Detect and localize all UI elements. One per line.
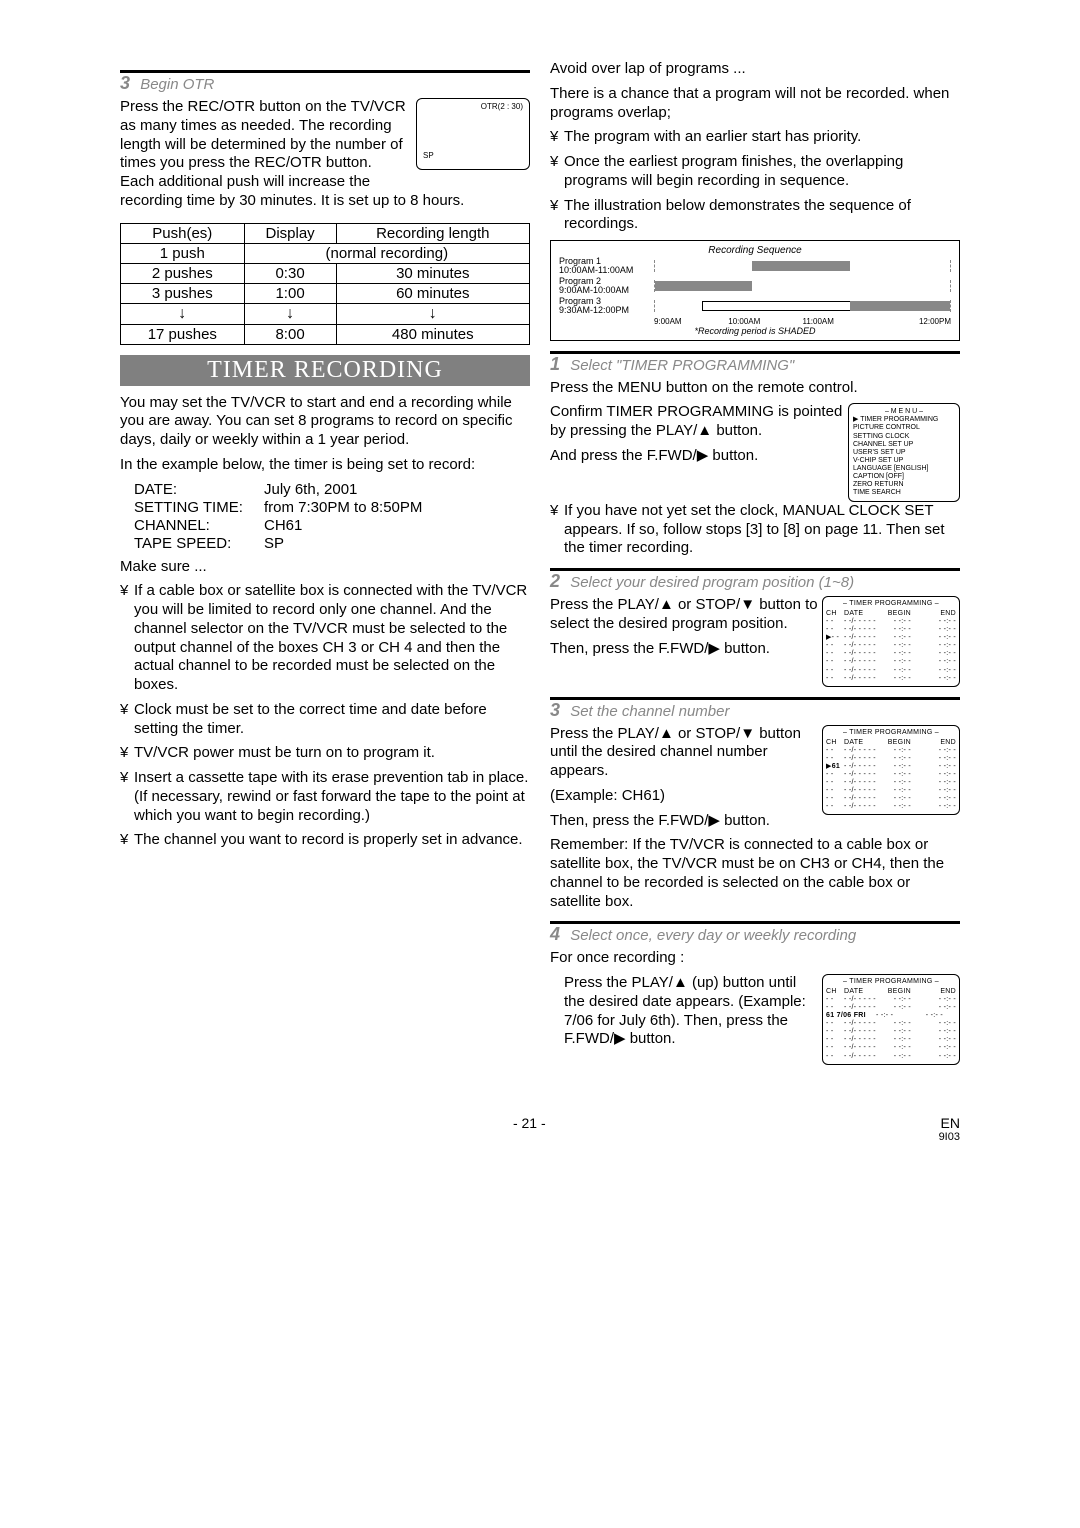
- right-column: Avoid over lap of programs ... There is …: [550, 60, 960, 1065]
- menu-item: ZERO RETURN: [853, 481, 955, 489]
- make-sure-label: Make sure ...: [120, 558, 530, 577]
- otr-table: Push(es) Display Recording length 1 push…: [120, 223, 530, 345]
- page-footer: - 21 - EN 9I03: [120, 1115, 960, 1143]
- example-lead: In the example below, the timer is being…: [120, 456, 530, 475]
- program-screen-2: – TIMER PROGRAMMING – CHDATEBEGINEND - -…: [822, 596, 960, 686]
- bullet: ¥TV/VCR power must be turn on to program…: [120, 744, 530, 763]
- menu-item: PICTURE CONTROL: [853, 424, 955, 432]
- step-3: 3 Set the channel number: [550, 697, 960, 721]
- down-arrow-icon: ↓: [286, 305, 294, 322]
- step-num: 3: [120, 73, 130, 93]
- menu-item: CAPTION [OFF]: [853, 473, 955, 481]
- page-number: - 21 -: [513, 1115, 546, 1143]
- left-column: 3 Begin OTR OTR(2 : 30) SP Press the REC…: [120, 60, 530, 1065]
- step-1: 1 Select "TIMER PROGRAMMING": [550, 351, 960, 375]
- menu-item: LANGUAGE [ENGLISH]: [853, 465, 955, 473]
- bullet: ¥Clock must be set to the correct time a…: [120, 701, 530, 739]
- down-arrow-icon: ↓: [429, 305, 437, 322]
- program-screen-3: – TIMER PROGRAMMING – CHDATEBEGINEND - -…: [822, 725, 960, 815]
- timer-intro: You may set the TV/VCR to start and end …: [120, 394, 530, 450]
- bullet: ¥Insert a cassette tape with its erase p…: [120, 769, 530, 825]
- menu-item: ▶ TIMER PROGRAMMING: [853, 416, 955, 424]
- menu-illustration: – M E N U – ▶ TIMER PROGRAMMING PICTURE …: [848, 403, 960, 502]
- timer-recording-heading: TIMER RECORDING: [120, 355, 530, 386]
- recording-sequence-diagram: Recording Sequence Program 1 10:00AM-11:…: [550, 240, 960, 341]
- avoid-title: Avoid over lap of programs ...: [550, 60, 960, 79]
- menu-item: USER'S SET UP: [853, 449, 955, 457]
- otr-display-illustration: OTR(2 : 30) SP: [416, 98, 530, 170]
- program-screen-4: – TIMER PROGRAMMING – CHDATEBEGINEND - -…: [822, 974, 960, 1064]
- bullet: ¥If a cable box or satellite box is conn…: [120, 582, 530, 695]
- menu-item: TIME SEARCH: [853, 489, 955, 497]
- menu-item: V-CHIP SET UP: [853, 457, 955, 465]
- bullet: ¥The channel you want to record is prope…: [120, 831, 530, 850]
- menu-item: SETTING CLOCK: [853, 433, 955, 441]
- menu-item: CHANNEL SET UP: [853, 441, 955, 449]
- step-title: Begin OTR: [140, 76, 214, 93]
- down-arrow-icon: ↓: [178, 305, 186, 322]
- step-begin-otr: 3 Begin OTR: [120, 70, 530, 94]
- step-4: 4 Select once, every day or weekly recor…: [550, 921, 960, 945]
- step-2: 2 Select your desired program position (…: [550, 568, 960, 592]
